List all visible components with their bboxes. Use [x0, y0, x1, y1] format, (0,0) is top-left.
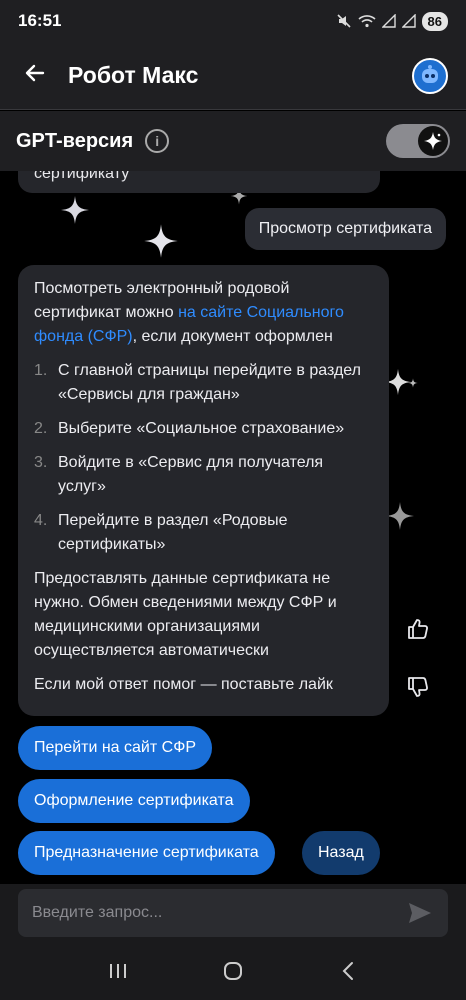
status-time: 16:51 — [18, 11, 62, 30]
thumbs-up-icon[interactable] — [404, 615, 432, 643]
signal-icon — [401, 14, 416, 28]
list-item: 2. Выберите «Социальное страхование» — [34, 420, 345, 437]
sparkle-icon — [61, 196, 89, 224]
gpt-version-label: GPT-версия — [16, 129, 134, 152]
chip-back[interactable]: Назад — [302, 831, 380, 875]
back-arrow-icon — [23, 61, 47, 90]
query-input-wrapper — [18, 889, 448, 937]
status-icons: 86 — [336, 11, 448, 31]
app-header: Робот Макс — [0, 42, 466, 110]
send-button[interactable] — [406, 899, 434, 927]
gpt-version-row: GPT-версия i — [0, 111, 466, 171]
list-item: 1. С главной страницы перейдите в раздел … — [34, 362, 361, 403]
chip-registration[interactable]: Оформление сертификата — [18, 779, 250, 823]
recents-icon — [109, 964, 126, 978]
query-input[interactable] — [32, 904, 406, 922]
home-icon — [223, 962, 242, 980]
system-nav-bar — [0, 942, 466, 1000]
steps-list: 1. С главной страницы перейдите в раздел … — [34, 359, 373, 557]
home-button[interactable] — [213, 951, 253, 991]
mute-icon — [336, 13, 352, 29]
sparkle-icon — [408, 378, 418, 388]
chip-sfr-site[interactable]: Перейти на сайт СФР — [18, 726, 213, 770]
nav-back-icon — [342, 962, 354, 980]
user-message: Просмотр сертификата — [244, 208, 446, 250]
chip-purpose[interactable]: Предназначение сертификата — [18, 831, 275, 875]
gpt-toggle[interactable] — [386, 124, 450, 158]
wifi-icon — [357, 14, 376, 28]
list-item: 4. Перейдите в раздел «Родовые сертификат… — [34, 512, 288, 553]
bot-message: Посмотреть электронный родовой сертифика… — [18, 265, 389, 716]
bot-intro: Посмотреть электронный родовой сертифика… — [34, 280, 344, 345]
chat-area[interactable]: сертификату Просмотр сертификата Посмотр… — [0, 171, 466, 884]
sparkle-icon — [386, 502, 414, 530]
bot-message-previous: сертификату — [18, 171, 380, 193]
sparkle-icon — [424, 132, 442, 150]
sparkle-icon — [144, 224, 178, 258]
avatar[interactable] — [412, 57, 448, 94]
recents-button[interactable] — [98, 951, 138, 991]
input-bar — [0, 884, 466, 942]
list-item: 3. Войдите в «Сервис для получателя услуг… — [34, 454, 324, 495]
like-prompt: Если мой ответ помог — поставьте лайк — [34, 676, 333, 693]
message-text: сертификату — [34, 171, 130, 182]
back-button[interactable] — [18, 59, 52, 93]
send-icon — [409, 903, 431, 923]
battery-indicator: 86 — [421, 11, 448, 31]
bot-paragraph: Предоставлять данные сертификата не нужн… — [34, 570, 337, 659]
page-title: Робот Макс — [68, 62, 199, 88]
toggle-knob — [418, 126, 448, 156]
info-icon[interactable]: i — [145, 129, 170, 153]
nav-back-button[interactable] — [328, 951, 368, 991]
signal-icon — [381, 14, 396, 28]
thumbs-down-icon[interactable] — [404, 673, 432, 701]
status-bar: 16:51 86 — [0, 0, 466, 42]
